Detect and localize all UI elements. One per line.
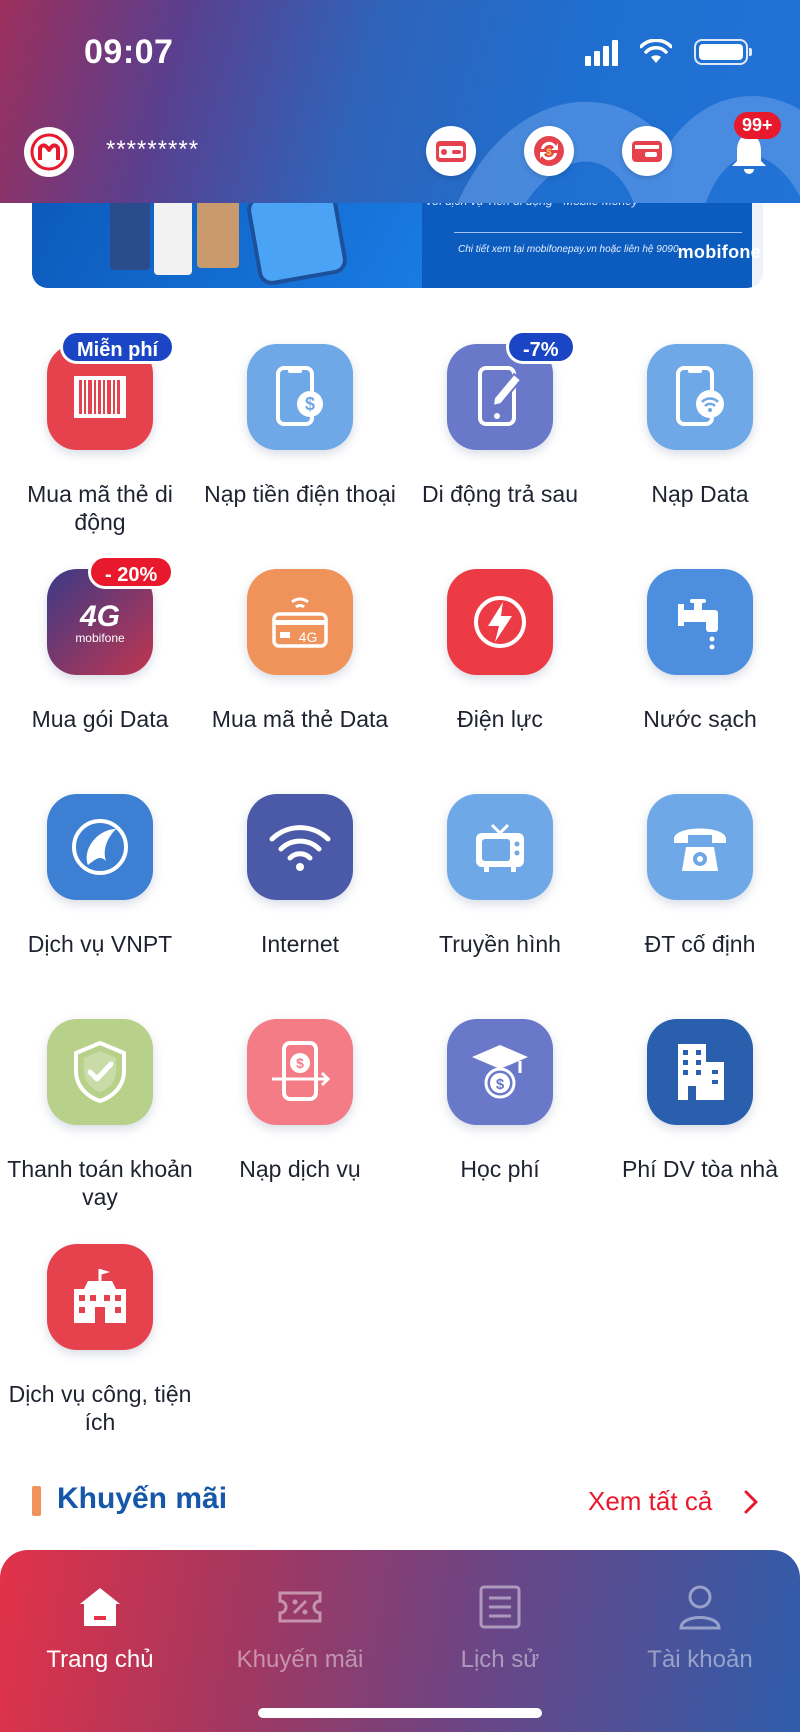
service-label: Thanh toán khoản vay xyxy=(7,1156,193,1210)
service-label: Di động trả sau xyxy=(422,481,578,507)
shield-check-icon xyxy=(47,1019,153,1125)
service-label: Mua mã thẻ di động xyxy=(27,481,173,535)
promotions-section-title: Khuyến mãi xyxy=(57,1482,228,1515)
promo-badge: -7% xyxy=(506,330,576,364)
nav-label: Khuyến mãi xyxy=(236,1646,364,1673)
battery-icon xyxy=(694,39,752,65)
banner-brand: mobifone xyxy=(677,242,761,262)
nav-label: Trang chủ xyxy=(46,1646,154,1673)
wallet-button[interactable] xyxy=(426,126,476,176)
vnpt-icon xyxy=(47,794,153,900)
app-header: 09:07 ********* $ 99+ xyxy=(0,0,800,203)
masked-phone-number[interactable]: ********* xyxy=(106,136,199,164)
svg-text:$: $ xyxy=(546,147,551,157)
chevron-right-icon[interactable] xyxy=(742,1489,760,1515)
service-label: Điện lực xyxy=(457,706,543,732)
mobifone-logo[interactable] xyxy=(24,127,74,177)
data-card-icon: 4G xyxy=(247,569,353,675)
service-label: Học phí xyxy=(460,1156,540,1182)
bottom-navigation: Trang chủ Khuyến mãi Lịch sử Tài khoản xyxy=(0,1550,800,1732)
graduation-cap-icon: $ xyxy=(447,1019,553,1125)
building-icon xyxy=(647,1019,753,1125)
history-list-icon xyxy=(400,1582,600,1632)
service-label: Internet xyxy=(261,931,339,957)
svg-text:mobifone: mobifone xyxy=(75,631,125,645)
phone-transfer-icon: $ xyxy=(247,1019,353,1125)
mobifone-m-icon xyxy=(30,133,68,171)
wallet-icon xyxy=(436,141,466,162)
svg-text:4G: 4G xyxy=(79,600,120,633)
banner-note: Chi tiết xem tại mobifonepay.vn hoặc liê… xyxy=(458,244,679,255)
svg-text:$: $ xyxy=(496,1076,505,1093)
nav-account[interactable]: Tài khoản xyxy=(600,1582,800,1674)
wifi-icon xyxy=(247,794,353,900)
section-accent-bar xyxy=(32,1486,41,1516)
tv-icon xyxy=(447,794,553,900)
lightning-icon xyxy=(447,569,553,675)
service-label: Nạp tiền điện thoại xyxy=(204,481,396,507)
svg-text:4G: 4G xyxy=(299,629,318,645)
card-button[interactable] xyxy=(622,126,672,176)
svg-text:$: $ xyxy=(305,394,315,414)
voucher-icon xyxy=(200,1582,400,1632)
service-label: Dịch vụ công, tiện ích xyxy=(8,1381,192,1435)
phone-wifi-icon xyxy=(647,344,753,450)
promo-badge: - 20% xyxy=(88,555,175,589)
water-tap-icon xyxy=(647,569,753,675)
service-label: Nạp dịch vụ xyxy=(239,1156,361,1182)
landline-phone-icon xyxy=(647,794,753,900)
service-label: Truyền hình xyxy=(439,931,561,957)
public-building-icon xyxy=(47,1244,153,1350)
status-time: 09:07 xyxy=(84,33,174,71)
card-wallet-icon xyxy=(632,141,662,162)
nav-history[interactable]: Lịch sử xyxy=(400,1582,600,1674)
user-icon xyxy=(600,1582,800,1632)
service-label: ĐT cố định xyxy=(644,931,756,957)
notification-count-badge: 99+ xyxy=(734,112,781,139)
nav-label: Lịch sử xyxy=(460,1646,540,1673)
cellular-signal-icon xyxy=(585,38,618,66)
service-label: Dịch vụ VNPT xyxy=(27,931,173,957)
svg-text:$: $ xyxy=(296,1055,304,1071)
status-icons xyxy=(585,38,752,66)
nav-home[interactable]: Trang chủ xyxy=(0,1582,200,1674)
exchange-icon: $ xyxy=(534,136,564,166)
home-indicator[interactable] xyxy=(258,1708,542,1718)
service-label: Phí DV tòa nhà xyxy=(622,1156,778,1182)
home-icon xyxy=(0,1582,200,1632)
promo-badge: Miễn phí xyxy=(60,330,176,364)
service-label: Nước sạch xyxy=(643,706,757,732)
transfer-button[interactable]: $ xyxy=(524,126,574,176)
nav-label: Tài khoản xyxy=(647,1646,753,1673)
service-label: Mua gói Data xyxy=(31,706,169,732)
nav-promotions[interactable]: Khuyến mãi xyxy=(200,1582,400,1674)
banner-divider xyxy=(454,232,742,233)
service-label: Nạp Data xyxy=(651,481,749,507)
service-label: Mua mã thẻ Data xyxy=(211,706,389,732)
see-all-promotions-link[interactable]: Xem tất cả xyxy=(588,1486,712,1517)
wifi-status-icon xyxy=(640,39,672,63)
phone-money-icon: $ xyxy=(247,344,353,450)
